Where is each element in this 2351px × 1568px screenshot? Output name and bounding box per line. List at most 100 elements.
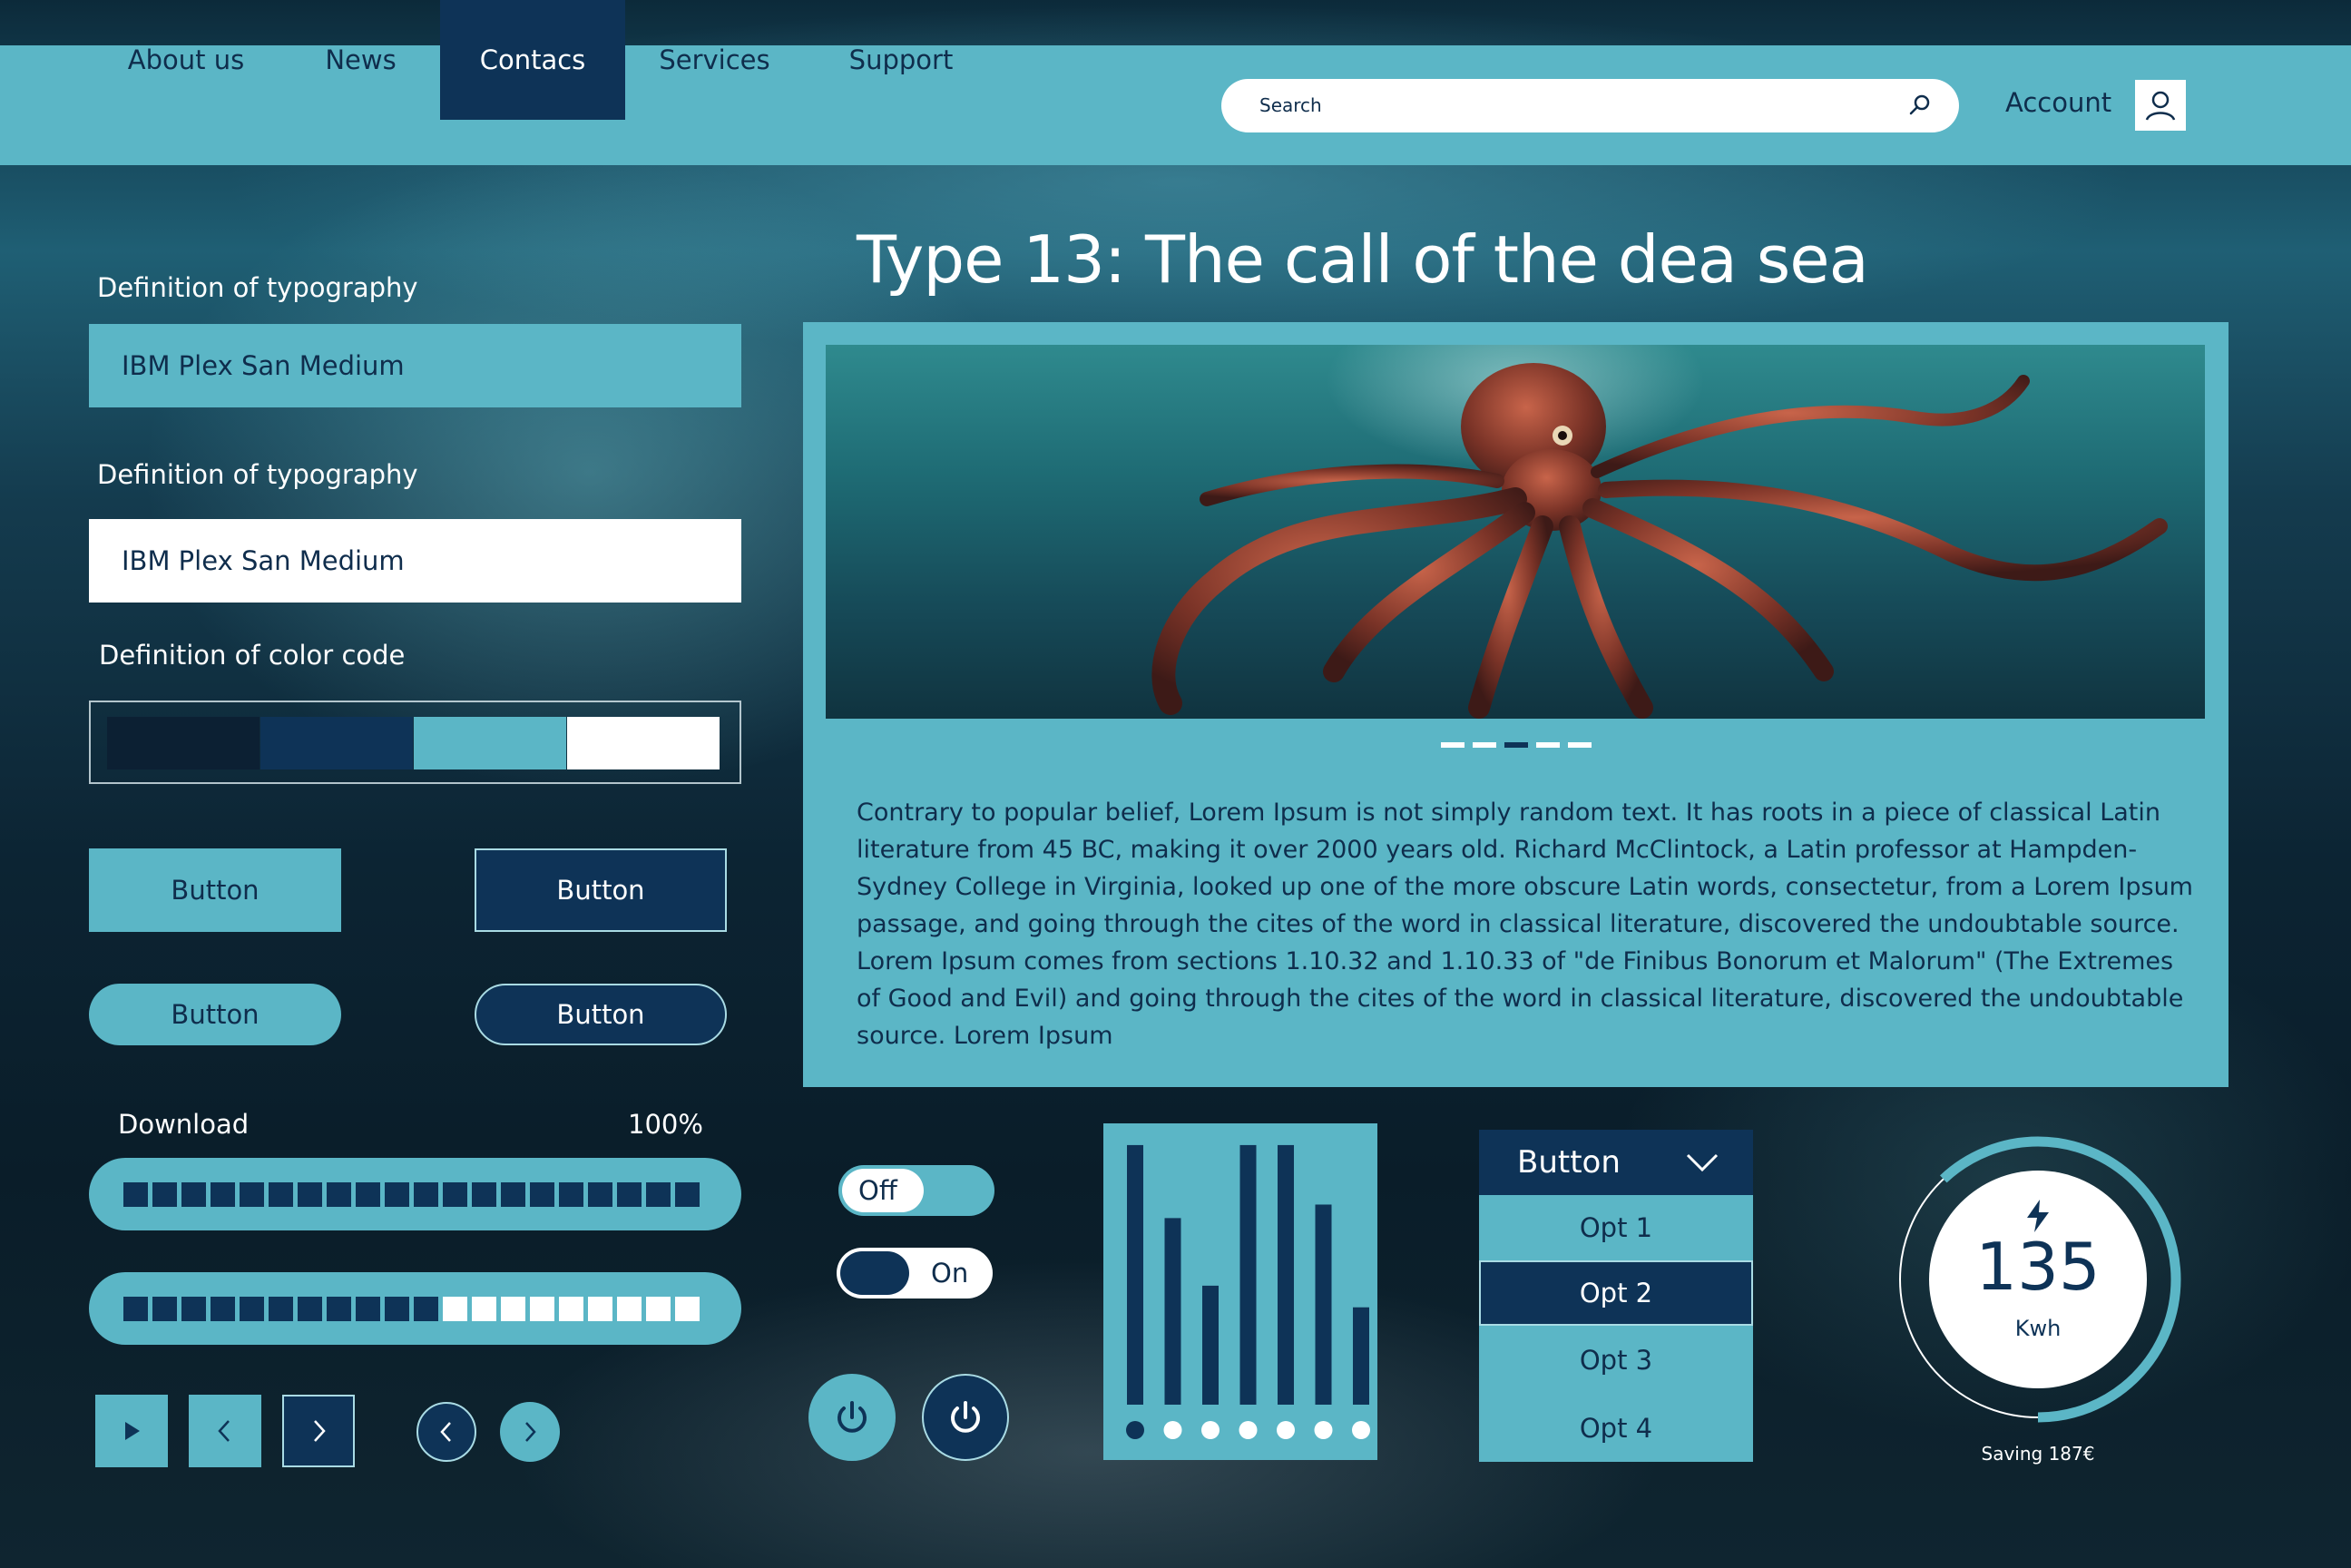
typography-label-2: Definition of typography [97, 459, 418, 490]
carousel-dot[interactable] [1473, 742, 1496, 748]
swatch-darkest [107, 717, 260, 769]
progress-segment [123, 1297, 148, 1321]
search-input[interactable]: Search [1221, 79, 1959, 132]
chart-bar [1164, 1218, 1181, 1405]
button-light-pill[interactable]: Button [89, 984, 341, 1045]
progress-segment [298, 1182, 322, 1207]
progress-segment [472, 1182, 496, 1207]
button-dark-pill[interactable]: Button [475, 984, 727, 1045]
search-icon[interactable] [1908, 93, 1932, 117]
progress-segments [123, 1297, 700, 1321]
user-icon [2145, 91, 2176, 121]
color-code-label: Definition of color code [99, 640, 406, 671]
progress-segment [298, 1297, 322, 1321]
chart-dot[interactable] [1239, 1421, 1258, 1439]
power-button-light[interactable] [808, 1374, 896, 1461]
chart-bar [1315, 1204, 1332, 1405]
progress-segment [443, 1182, 467, 1207]
dropdown-option-3[interactable]: Opt 3 [1479, 1326, 1753, 1395]
progress-segment [181, 1182, 206, 1207]
progress-segment [559, 1297, 583, 1321]
power-icon [838, 1401, 867, 1433]
progress-segment [559, 1182, 583, 1207]
round-prev-button[interactable] [416, 1402, 476, 1462]
toggle-off[interactable]: Off [838, 1165, 994, 1216]
progress-segment [181, 1297, 206, 1321]
progress-segment [385, 1182, 409, 1207]
dropdown-option-4[interactable]: Opt 4 [1479, 1395, 1753, 1462]
account-button[interactable] [2135, 80, 2186, 131]
toggle-off-label: Off [858, 1175, 897, 1206]
power-button-dark[interactable] [922, 1374, 1009, 1461]
swatch-accent [414, 717, 566, 769]
nav-about-us[interactable]: About us [100, 0, 272, 120]
dropdown-option-1[interactable]: Opt 1 [1479, 1195, 1753, 1260]
prev-button[interactable] [189, 1395, 261, 1467]
progress-segment [240, 1182, 264, 1207]
progress-segment [269, 1297, 293, 1321]
chevron-right-icon [525, 1422, 536, 1442]
swatch-dark [260, 717, 413, 769]
button-dark-square[interactable]: Button [475, 848, 727, 932]
carousel-dot[interactable] [1504, 742, 1528, 748]
saving-label: Saving 187€ [1981, 1443, 2095, 1465]
toggle-on[interactable]: On [837, 1248, 993, 1298]
chart-bar [1278, 1144, 1294, 1405]
color-swatches [89, 701, 741, 784]
button-light-square[interactable]: Button [89, 848, 341, 932]
dropdown-label: Button [1517, 1144, 1621, 1181]
progress-segment [530, 1182, 554, 1207]
progress-segment [123, 1182, 148, 1207]
dropdown-header[interactable]: Button [1479, 1130, 1753, 1195]
progress-segment [211, 1297, 235, 1321]
nav-services[interactable]: Services [644, 0, 785, 120]
typography-field-1[interactable]: IBM Plex San Medium [89, 324, 741, 407]
progress-segment [501, 1182, 525, 1207]
carousel-dot[interactable] [1441, 742, 1464, 748]
account-link[interactable]: Account [2005, 87, 2111, 118]
progress-segment [385, 1297, 409, 1321]
chart-bar [1127, 1144, 1143, 1405]
gauge-unit: Kwh [2014, 1316, 2062, 1341]
typography-field-2[interactable]: IBM Plex San Medium [89, 519, 741, 603]
progress-segment [152, 1297, 177, 1321]
nav-contacs[interactable]: Contacs [440, 0, 625, 120]
nav-support[interactable]: Support [833, 0, 969, 120]
progress-segment [356, 1297, 380, 1321]
progress-segment [675, 1182, 700, 1207]
chart-bar [1202, 1285, 1219, 1405]
chart-dot[interactable] [1163, 1421, 1182, 1439]
typography-label-1: Definition of typography [97, 272, 418, 303]
dropdown-option-2[interactable]: Opt 2 [1479, 1260, 1753, 1326]
round-next-button[interactable] [500, 1402, 560, 1462]
hero-image-octopus [826, 345, 2205, 719]
progress-segment [675, 1297, 700, 1321]
carousel-dot[interactable] [1536, 742, 1560, 748]
nav-news[interactable]: News [309, 0, 413, 120]
progress-segment [646, 1297, 671, 1321]
search-placeholder: Search [1259, 94, 1322, 116]
chart-dot[interactable] [1277, 1421, 1295, 1439]
download-label: Download [118, 1109, 250, 1140]
body-paragraph: Contrary to popular belief, Lorem Ipsum … [857, 799, 2193, 1050]
play-button[interactable] [95, 1395, 168, 1467]
next-button[interactable] [282, 1395, 355, 1467]
chart-dot[interactable] [1352, 1421, 1370, 1439]
chevron-left-icon [440, 1422, 451, 1442]
toggle-on-knob [840, 1251, 909, 1295]
page-title: Type 13: The call of the dea sea [857, 221, 1869, 298]
toggle-on-label: On [931, 1258, 969, 1289]
chart-dot[interactable] [1314, 1421, 1333, 1439]
download-percent: 100% [628, 1109, 703, 1140]
progress-segment [588, 1182, 612, 1207]
power-icon [951, 1401, 980, 1433]
chart-dot[interactable] [1201, 1421, 1220, 1439]
carousel-dot[interactable] [1568, 742, 1592, 748]
chart-dot[interactable] [1126, 1421, 1144, 1439]
progress-segment [240, 1297, 264, 1321]
progress-segment [588, 1297, 612, 1321]
energy-gauge: 135 Kwh [1929, 1171, 2147, 1388]
progress-segment [356, 1182, 380, 1207]
chart-bar [1353, 1307, 1369, 1405]
progress-segment [472, 1297, 496, 1321]
